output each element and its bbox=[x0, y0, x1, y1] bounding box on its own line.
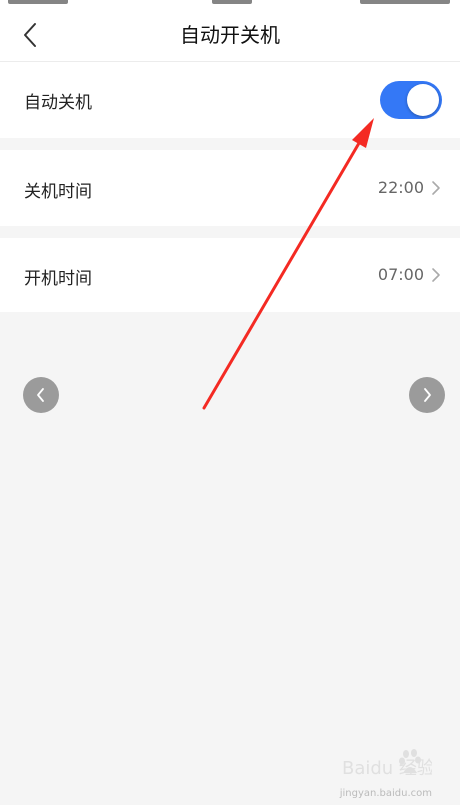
chevron-right-icon bbox=[432, 181, 440, 195]
shutdown-time-label: 关机时间 bbox=[24, 182, 92, 202]
carousel-prev-button[interactable] bbox=[23, 377, 59, 413]
toggle-knob bbox=[407, 84, 439, 116]
chevron-left-icon bbox=[37, 388, 44, 402]
carousel-next-button[interactable] bbox=[409, 377, 445, 413]
baidu-logo-icon: Baidu 经验 bbox=[342, 749, 432, 779]
chevron-right-icon bbox=[424, 388, 431, 402]
status-bar bbox=[0, 0, 460, 8]
auto-shutdown-toggle[interactable] bbox=[380, 81, 442, 119]
startup-time-label: 开机时间 bbox=[24, 269, 92, 289]
startup-time-row[interactable]: 开机时间 07:00 bbox=[0, 238, 460, 312]
shutdown-time-value: 22:00 bbox=[377, 178, 424, 197]
chevron-left-icon bbox=[24, 23, 36, 47]
back-button[interactable] bbox=[12, 14, 48, 56]
carrier-signal-icon bbox=[8, 0, 68, 4]
startup-time-value: 07:00 bbox=[377, 265, 424, 284]
shutdown-time-row[interactable]: 关机时间 22:00 bbox=[0, 150, 460, 226]
chevron-right-icon bbox=[432, 268, 440, 282]
nav-bar: 自动开关机 bbox=[0, 8, 460, 62]
status-time bbox=[212, 0, 252, 4]
auto-shutdown-label: 自动关机 bbox=[24, 93, 92, 113]
page-title: 自动开关机 bbox=[180, 23, 280, 47]
watermark-subtext: jingyan.baidu.com bbox=[339, 788, 432, 799]
battery-icon bbox=[360, 0, 450, 4]
watermark-text: Baidu 经验 bbox=[342, 758, 432, 779]
auto-shutdown-row: 自动关机 bbox=[0, 62, 460, 138]
